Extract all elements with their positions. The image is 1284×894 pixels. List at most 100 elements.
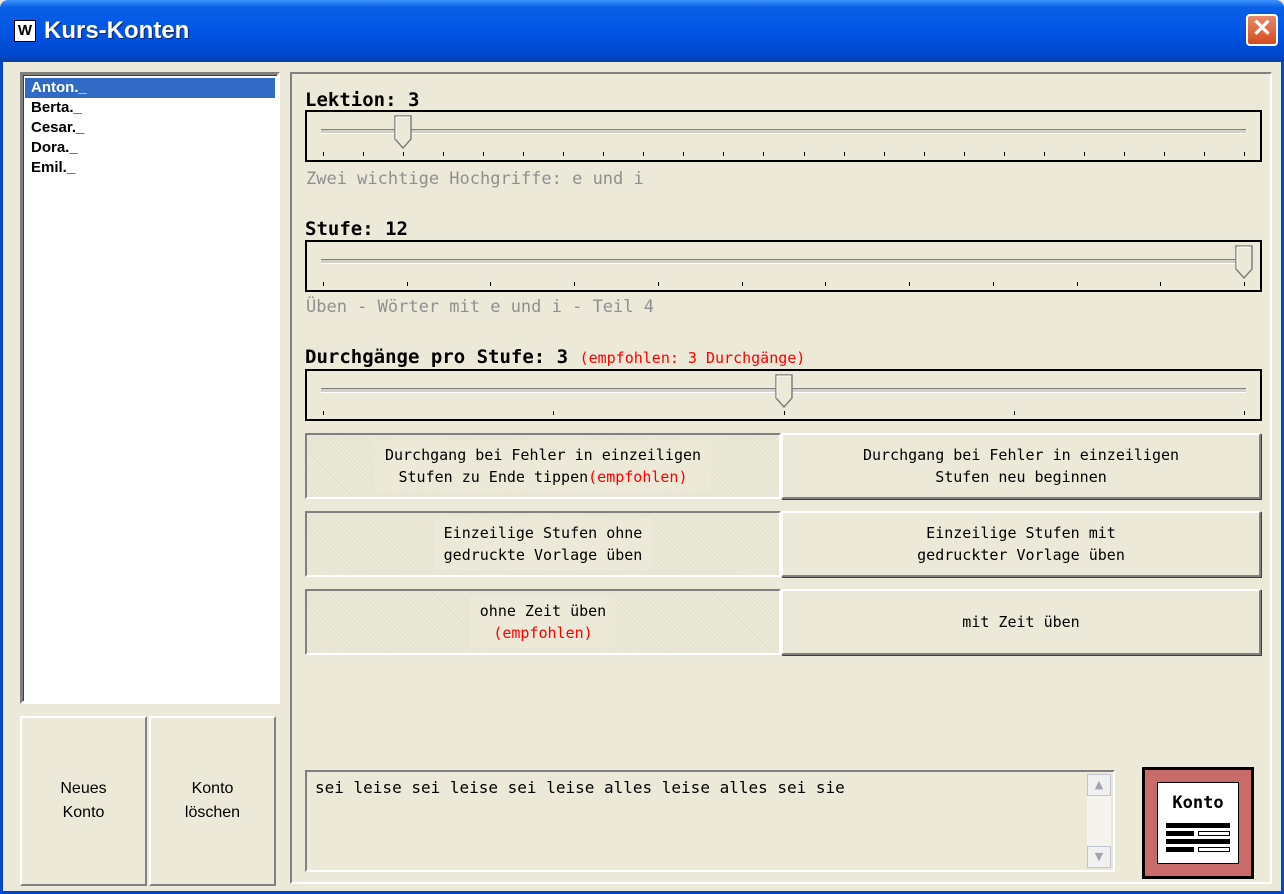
- durchgaenge-label-text: Durchgänge pro Stufe: 3: [305, 346, 569, 368]
- slider-tick: [1003, 152, 1005, 156]
- slider-tick: [992, 282, 994, 286]
- slider-tick: [825, 282, 827, 286]
- slider-thumb[interactable]: [1235, 245, 1253, 279]
- slider-tick: [1013, 411, 1015, 415]
- option-text: Einzeilige Stufen ohne gedruckte Vorlage…: [433, 518, 653, 570]
- slider-tick: [406, 282, 408, 286]
- list-item[interactable]: Emil._: [25, 158, 275, 178]
- slider-tick: [443, 152, 445, 156]
- delete-account-label: Konto löschen: [184, 780, 241, 821]
- konto-badge: Konto: [1157, 782, 1239, 864]
- ohne-vorlage-option[interactable]: Einzeilige Stufen ohne gedruckte Vorlage…: [305, 511, 781, 577]
- option-line: Durchgang bei Fehler in einzeiligen: [384, 446, 702, 464]
- option-line: Durchgang bei Fehler in einzeiligen: [862, 446, 1180, 464]
- konto-label: Konto: [1172, 793, 1224, 813]
- slider-tick: [1083, 152, 1085, 156]
- slider-tick: [363, 152, 365, 156]
- slider-tick: [1076, 282, 1078, 286]
- slider-tick: [683, 152, 685, 156]
- slider-tick: [909, 282, 911, 286]
- delete-account-button[interactable]: Konto löschen: [149, 716, 276, 886]
- slider-tick: [741, 282, 743, 286]
- app-icon: W: [14, 20, 36, 42]
- slider-tick: [523, 152, 525, 156]
- option-text: Durchgang bei Fehler in einzeiligen Stuf…: [863, 444, 1179, 488]
- mit-vorlage-option[interactable]: Einzeilige Stufen mit gedruckter Vorlage…: [781, 511, 1261, 577]
- slider-tick: [1123, 152, 1125, 156]
- option-text: ohne Zeit üben (empfohlen): [469, 596, 617, 648]
- slider-tick: [923, 152, 925, 156]
- slider-tick: [563, 152, 565, 156]
- recommended-note: (empfohlen): [588, 468, 688, 486]
- durchgaenge-label: Durchgänge pro Stufe: 3 (empfohlen: 3 Du…: [305, 346, 805, 368]
- account-list[interactable]: Anton._ Berta._ Cesar._ Dora._ Emil._: [20, 72, 280, 704]
- ohne-zeit-option[interactable]: ohne Zeit üben (empfohlen): [305, 589, 781, 655]
- lektion-description: Zwei wichtige Hochgriffe: e und i: [306, 169, 644, 189]
- slider-tick: [323, 282, 324, 286]
- list-item[interactable]: Dora._: [25, 138, 275, 158]
- durchgaenge-recommendation: (empfohlen: 3 Durchgänge): [579, 349, 806, 367]
- stufe-slider[interactable]: [305, 240, 1262, 292]
- slider-track: [321, 259, 1246, 264]
- new-account-label: Neues Konto: [60, 780, 107, 821]
- option-line: gedruckter Vorlage üben: [917, 546, 1125, 564]
- slider-tick: [1160, 282, 1162, 286]
- slider-tick: [883, 152, 885, 156]
- preview-textarea[interactable]: sei leise sei leise sei leise alles leis…: [305, 770, 1115, 872]
- option-line: Stufen zu Ende tippen: [398, 468, 589, 486]
- list-item[interactable]: Berta._: [25, 98, 275, 118]
- scroll-down-icon[interactable]: ▼: [1087, 846, 1111, 868]
- slider-tick: [1163, 152, 1165, 156]
- slider-tick: [323, 152, 324, 156]
- slider-track: [321, 129, 1246, 134]
- slider-tick: [843, 152, 845, 156]
- stufe-description: Üben - Wörter mit e und i - Teil 4: [306, 297, 654, 317]
- slider-tick: [963, 152, 965, 156]
- durchgaenge-slider[interactable]: [305, 369, 1262, 421]
- vertical-scrollbar[interactable]: ▲ ▼: [1087, 774, 1111, 868]
- slider-tick: [763, 152, 765, 156]
- option-line: mit Zeit üben: [962, 613, 1080, 631]
- new-account-button[interactable]: Neues Konto: [20, 716, 147, 886]
- option-line: gedruckte Vorlage üben: [443, 546, 643, 564]
- recommended-note: (empfohlen): [493, 624, 593, 642]
- close-button[interactable]: ✕: [1246, 14, 1278, 46]
- option-text: Durchgang bei Fehler in einzeiligen Stuf…: [374, 440, 712, 492]
- window-title: Kurs-Konten: [44, 17, 190, 44]
- slider-tick: [574, 282, 576, 286]
- option-line: Einzeilige Stufen mit: [926, 524, 1116, 542]
- preview-text: sei leise sei leise sei leise alles leis…: [315, 778, 845, 797]
- option-line: Stufen neu beginnen: [935, 468, 1107, 486]
- close-icon: ✕: [1251, 15, 1273, 42]
- slider-tick: [403, 152, 405, 156]
- fehler-zu-ende-option[interactable]: Durchgang bei Fehler in einzeiligen Stuf…: [305, 433, 781, 499]
- slider-tick: [783, 411, 785, 415]
- slider-tick: [723, 152, 725, 156]
- slider-thumb[interactable]: [774, 374, 793, 408]
- slider-tick: [323, 411, 324, 415]
- title-bar[interactable]: W Kurs-Konten ✕: [0, 0, 1284, 62]
- slider-tick: [1244, 152, 1245, 156]
- fehler-neu-option[interactable]: Durchgang bei Fehler in einzeiligen Stuf…: [781, 433, 1261, 499]
- option-line: ohne Zeit üben: [479, 602, 607, 620]
- slider-tick: [657, 282, 659, 286]
- mit-zeit-option[interactable]: mit Zeit üben: [781, 589, 1261, 655]
- option-line: Einzeilige Stufen ohne: [443, 524, 643, 542]
- slider-tick: [1203, 152, 1205, 156]
- slider-tick: [483, 152, 485, 156]
- lektion-slider[interactable]: [305, 110, 1262, 162]
- slider-tick: [1244, 411, 1245, 415]
- slider-tick: [1244, 282, 1245, 286]
- slider-tick: [643, 152, 645, 156]
- slider-tick: [553, 411, 555, 415]
- list-item[interactable]: Anton._: [25, 78, 275, 98]
- lektion-label: Lektion: 3: [305, 89, 420, 111]
- slider-thumb[interactable]: [394, 115, 412, 149]
- stufe-label: Stufe: 12: [305, 218, 408, 240]
- konto-button[interactable]: Konto: [1142, 767, 1254, 879]
- slider-tick: [1043, 152, 1045, 156]
- list-item[interactable]: Cesar._: [25, 118, 275, 138]
- slider-tick: [803, 152, 805, 156]
- slider-tick: [603, 152, 605, 156]
- scroll-up-icon[interactable]: ▲: [1087, 774, 1111, 796]
